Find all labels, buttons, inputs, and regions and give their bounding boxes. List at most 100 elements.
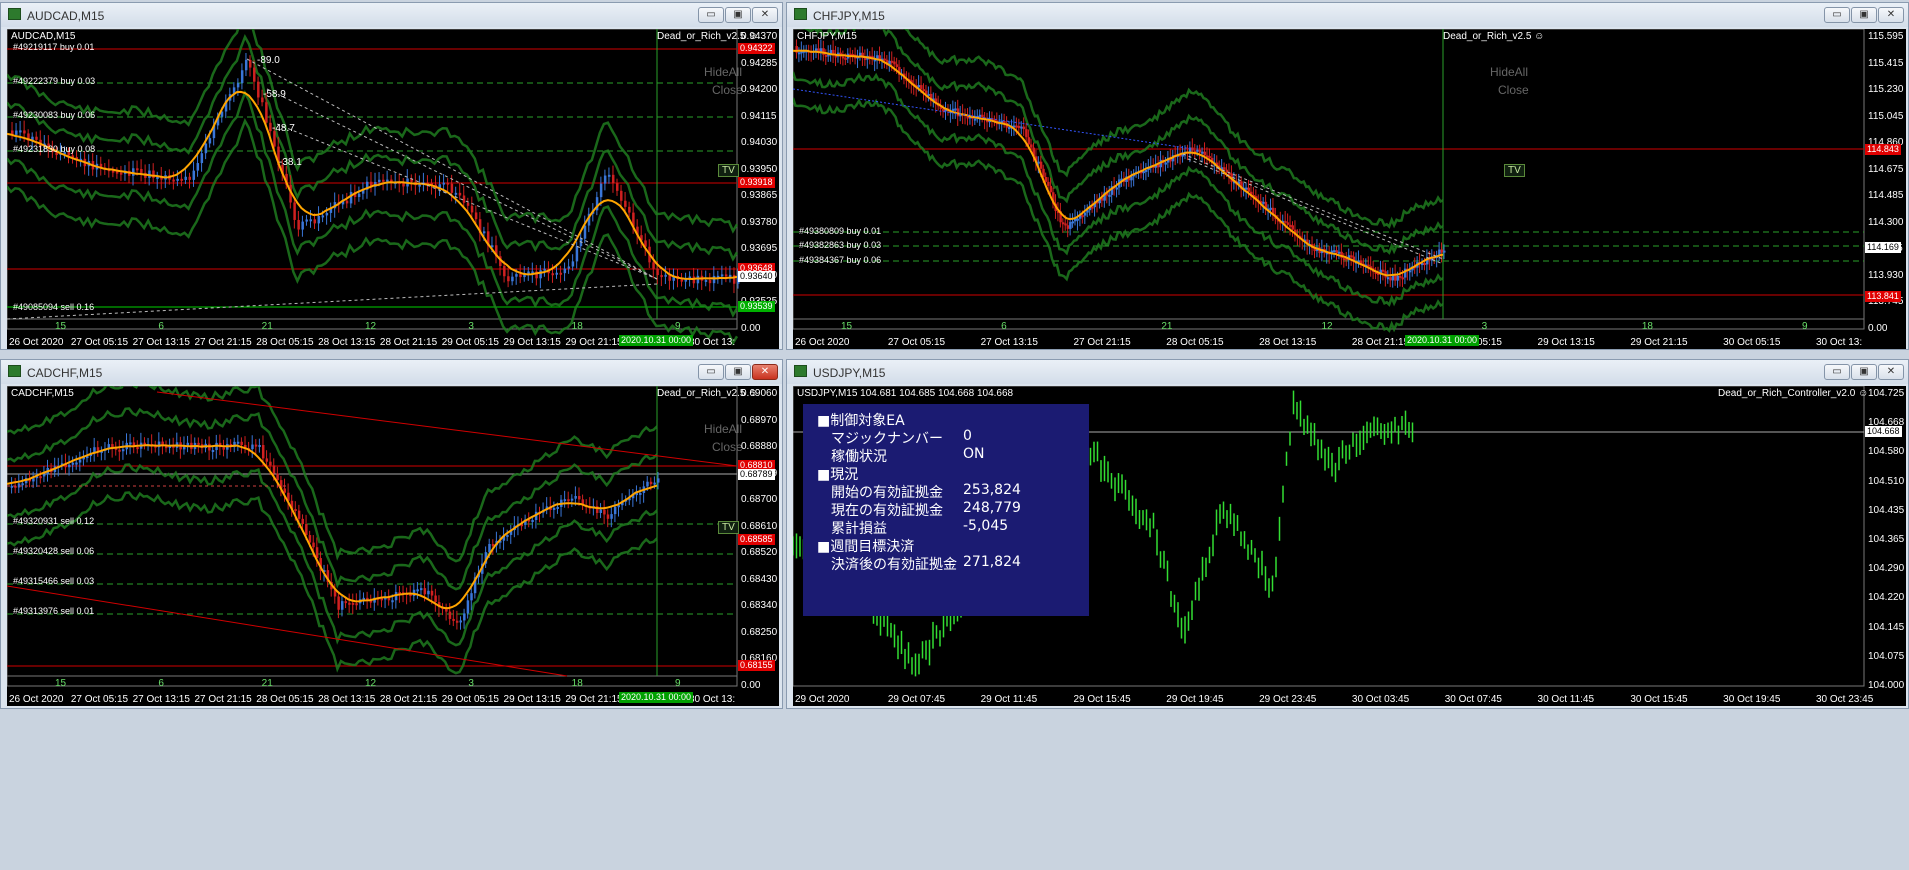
time-tick-label: 29 Oct 21:15 xyxy=(565,337,623,348)
chart-window-icon xyxy=(794,365,807,377)
window-title: CHFJPY,M15 xyxy=(813,9,885,23)
info-row-value: 271,824 xyxy=(963,554,1021,570)
candle-body xyxy=(1443,250,1446,253)
day-marker-label: 9 xyxy=(675,321,681,332)
candle-body xyxy=(357,193,361,198)
maximize-button[interactable]: ▣ xyxy=(725,364,751,380)
time-tick-label: 28 Oct 05:15 xyxy=(1166,337,1224,348)
candle-body xyxy=(1071,221,1075,224)
candle-body xyxy=(1066,225,1070,229)
hideall-button[interactable]: HideAll xyxy=(1490,65,1528,79)
maximize-button[interactable]: ▣ xyxy=(1851,7,1877,23)
minimize-button[interactable]: ▭ xyxy=(1824,364,1850,380)
pips-label: -89.0 xyxy=(257,55,280,66)
candle-body xyxy=(488,543,491,553)
candle-body xyxy=(1164,162,1167,165)
time-tick-label: 27 Oct 13:15 xyxy=(132,694,190,705)
candle-body xyxy=(254,444,258,447)
chart-window-chfjpy[interactable]: CHFJPY,M15 ▭ ▣ ✕ CHFJPY,M15 Dead_or_Rich… xyxy=(786,2,1909,350)
candle-body xyxy=(196,163,200,171)
price-tick-label: 0.68250 xyxy=(741,626,778,638)
candle-body xyxy=(1047,181,1050,186)
info-row-label: 決済後の有効証拠金 xyxy=(817,557,957,573)
candle-body xyxy=(724,274,728,277)
close-button[interactable]: ✕ xyxy=(1878,364,1904,380)
candle-body xyxy=(942,109,945,112)
minimize-button[interactable]: ▭ xyxy=(698,7,724,23)
day-marker-label: 12 xyxy=(365,678,377,689)
candle-body xyxy=(664,274,667,277)
candle-body xyxy=(253,67,256,82)
window-titlebar[interactable]: USDJPY,M15 ▭ ▣ ✕ xyxy=(787,360,1908,384)
info-row-label: 現在の有効証拠金 xyxy=(817,503,943,519)
close-button[interactable]: ✕ xyxy=(1878,7,1904,23)
time-tick-label: 29 Oct 19:45 xyxy=(1166,694,1224,705)
candle-body xyxy=(19,130,22,133)
info-row-label: ■制御対象EA xyxy=(817,413,905,429)
window-titlebar[interactable]: CADCHF,M15 ▭ ▣ ✕ xyxy=(1,360,782,384)
minimize-button[interactable]: ▭ xyxy=(1824,7,1850,23)
maximize-button[interactable]: ▣ xyxy=(725,7,751,23)
candle-body xyxy=(236,83,240,88)
candle-body xyxy=(639,492,642,495)
window-title: CADCHF,M15 xyxy=(27,366,103,380)
close-positions-button[interactable]: Close xyxy=(712,83,743,97)
tv-button[interactable]: TV xyxy=(718,521,739,534)
ea-label: Dead_or_Rich_v2.5 ☺ xyxy=(1443,31,1545,42)
candle-body xyxy=(890,60,894,63)
price-tick-label: 0.68970 xyxy=(741,414,778,426)
day-marker-label: 9 xyxy=(1802,321,1808,332)
time-tick-label: 30 Oct 11:45 xyxy=(1537,694,1595,705)
candle-body xyxy=(261,445,265,459)
chart-window-audcad[interactable]: AUDCAD,M15 ▭ ▣ ✕ AUDCAD,M15 Dead_or_Rich… xyxy=(0,2,783,350)
price-chart[interactable]: CADCHF,M15 Dead_or_Rich_v2.5 ☺ HideAll C… xyxy=(7,386,779,706)
minimize-button[interactable]: ▭ xyxy=(698,364,724,380)
candle-body xyxy=(708,279,712,284)
trend-line xyxy=(7,585,568,677)
candle-body xyxy=(129,442,132,445)
price-chart[interactable]: USDJPY,M15 104.681 104.685 104.668 104.6… xyxy=(793,386,1906,706)
close-button[interactable]: ✕ xyxy=(752,364,778,380)
candle-body xyxy=(1003,121,1006,124)
time-tick-label: 29 Oct 15:45 xyxy=(1073,694,1131,705)
candle-body xyxy=(188,176,191,180)
close-positions-button[interactable]: Close xyxy=(712,440,743,454)
candle-body xyxy=(276,473,279,481)
tv-button[interactable]: TV xyxy=(718,164,739,177)
candle-body xyxy=(423,588,427,595)
price-tick-label: 0.94200 xyxy=(741,84,778,96)
hideall-button[interactable]: HideAll xyxy=(704,422,742,436)
candle-body xyxy=(1350,255,1353,258)
price-chart[interactable]: CHFJPY,M15 Dead_or_Rich_v2.5 ☺ HideAll C… xyxy=(793,29,1906,349)
price-chart[interactable]: AUDCAD,M15 Dead_or_Rich_v2.5 ☺ HideAll C… xyxy=(7,29,779,349)
candle-body xyxy=(603,509,606,515)
tv-button[interactable]: TV xyxy=(1504,164,1525,177)
candle-body xyxy=(419,588,423,591)
candle-body xyxy=(1115,187,1119,190)
candle-body xyxy=(1061,222,1065,225)
close-positions-button[interactable]: Close xyxy=(1498,83,1529,97)
candle-body xyxy=(570,498,574,501)
hideall-button[interactable]: HideAll xyxy=(704,65,742,79)
candle-body xyxy=(418,184,421,187)
chart-window-usdjpy[interactable]: USDJPY,M15 ▭ ▣ ✕ USDJPY,M15 104.681 104.… xyxy=(786,359,1909,709)
time-tick-label: 28 Oct 13:15 xyxy=(318,694,376,705)
maximize-button[interactable]: ▣ xyxy=(1851,364,1877,380)
candle-body xyxy=(355,603,358,606)
candle-body xyxy=(539,270,542,279)
chart-window-cadchf[interactable]: CADCHF,M15 ▭ ▣ ✕ CADCHF,M15 Dead_or_Rich… xyxy=(0,359,783,709)
time-tick-label: 29 Oct 21:15 xyxy=(1630,337,1688,348)
candle-body xyxy=(613,506,617,515)
order-label: #49085094 sell 0.16 xyxy=(13,302,95,312)
candle-body xyxy=(1289,224,1292,227)
chart-window-icon xyxy=(794,8,807,20)
close-button[interactable]: ✕ xyxy=(752,7,778,23)
candle-body xyxy=(427,590,430,595)
candle-body xyxy=(507,276,510,282)
candle-body xyxy=(1201,151,1204,154)
window-titlebar[interactable]: AUDCAD,M15 ▭ ▣ ✕ xyxy=(1,3,782,27)
order-label: #49384367 buy 0.06 xyxy=(799,255,882,265)
candle-body xyxy=(348,602,351,605)
candle-body xyxy=(657,478,660,483)
window-titlebar[interactable]: CHFJPY,M15 ▭ ▣ ✕ xyxy=(787,3,1908,27)
